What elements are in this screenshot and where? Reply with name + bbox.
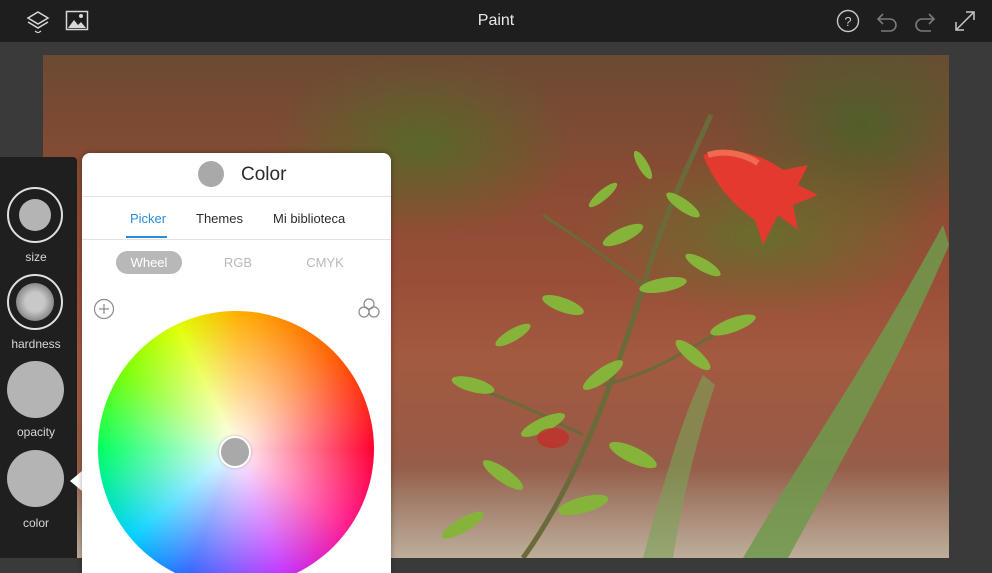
- top-bar: Paint ?: [0, 0, 992, 42]
- help-icon[interactable]: ?: [836, 9, 860, 33]
- tab-mi-biblioteca[interactable]: Mi biblioteca: [273, 211, 345, 226]
- color-dot: [7, 450, 64, 507]
- brush-tools-panel: size hardness opacity color: [0, 157, 77, 558]
- color-panel-tabs: Picker Themes Mi biblioteca: [82, 197, 391, 240]
- color-panel-title: Color: [241, 164, 287, 185]
- color-panel-header: Color: [82, 153, 391, 197]
- undo-icon[interactable]: [875, 9, 899, 33]
- mode-rgb[interactable]: RGB: [208, 251, 268, 274]
- hardness-dot: [16, 283, 54, 321]
- fullscreen-icon[interactable]: [953, 9, 977, 33]
- popover-pointer: [70, 471, 82, 491]
- mode-wheel[interactable]: Wheel: [116, 251, 182, 274]
- hardness-label: hardness: [11, 337, 61, 351]
- color-wheel-handle[interactable]: [219, 436, 251, 468]
- opacity-dot: [7, 361, 64, 418]
- color-harmony-icon[interactable]: [357, 297, 381, 321]
- active-tab-indicator: [126, 236, 167, 238]
- mode-cmyk[interactable]: CMYK: [294, 251, 356, 274]
- color-label: color: [22, 516, 49, 530]
- size-dot: [19, 199, 51, 231]
- add-color-icon[interactable]: [93, 298, 115, 320]
- svg-text:?: ?: [844, 14, 851, 29]
- redo-icon[interactable]: [913, 9, 937, 33]
- tab-picker[interactable]: Picker: [130, 211, 166, 226]
- size-label: size: [25, 250, 47, 264]
- current-color-swatch: [198, 161, 224, 187]
- color-panel: Color Picker Themes Mi biblioteca Wheel …: [82, 153, 391, 573]
- opacity-label: opacity: [16, 425, 56, 439]
- tab-themes[interactable]: Themes: [196, 211, 243, 226]
